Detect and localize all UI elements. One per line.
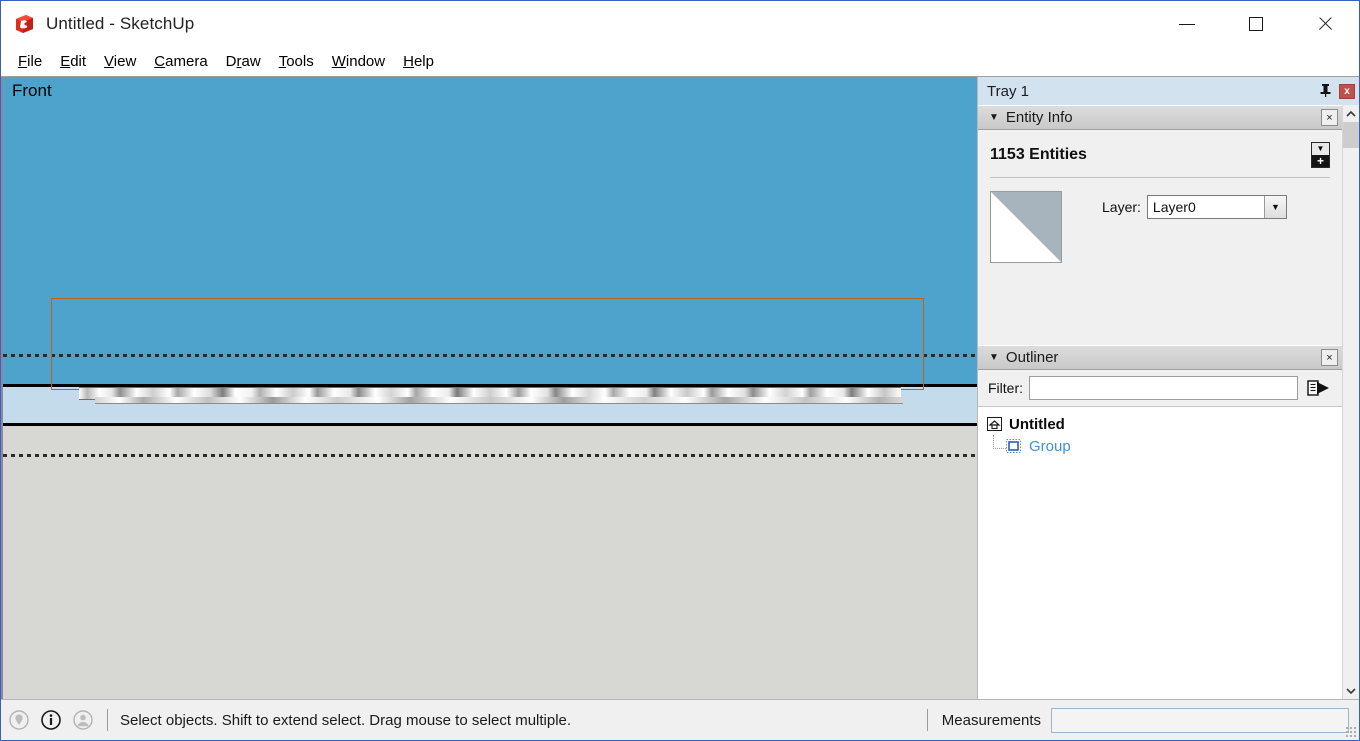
entity-info-title: Entity Info — [1005, 109, 1073, 126]
menu-file-rest: ile — [27, 52, 43, 70]
tray-scrollbar[interactable] — [1342, 105, 1359, 699]
status-bar: Select objects. Shift to extend select. … — [1, 699, 1359, 740]
outliner-filter-row: Filter: — [978, 370, 1342, 406]
layer-combobox[interactable]: Layer0 ▼ — [1146, 195, 1287, 219]
measurements-label: Measurements — [941, 711, 1041, 729]
minimize-icon — [1178, 23, 1195, 25]
status-divider — [107, 709, 108, 731]
expand-plus-icon: + — [1312, 155, 1329, 167]
tray-panel: Tray 1 x ▼ Entity Info × 1153 Entities ▼… — [977, 77, 1359, 699]
layer-value: Layer0 — [1152, 199, 1196, 215]
menu-help[interactable]: Help — [394, 51, 443, 73]
entity-info-content: Layer: Layer0 ▼ — [990, 178, 1330, 263]
entity-info-header[interactable]: ▼ Entity Info × — [978, 105, 1342, 130]
sketchup-logo-icon — [13, 13, 35, 35]
resize-grip[interactable] — [1345, 726, 1357, 738]
outliner-header[interactable]: ▼ Outliner × — [978, 345, 1342, 370]
chevron-down-icon[interactable]: ▼ — [989, 112, 999, 123]
menu-tools-rest: ools — [286, 52, 314, 70]
layer-field-row: Layer: Layer0 ▼ — [1102, 195, 1330, 219]
menu-edit-label: E — [60, 52, 71, 70]
group-icon — [1006, 439, 1021, 453]
filter-label: Filter: — [988, 380, 1023, 396]
menu-tools[interactable]: Tools — [270, 51, 323, 73]
layer-label: Layer: — [1102, 199, 1141, 215]
chevron-down-icon[interactable]: ▼ — [989, 352, 999, 363]
measurements-group: Measurements — [925, 707, 1349, 733]
chevron-down-icon[interactable]: ▼ — [1263, 196, 1286, 218]
menu-window-rest: indow — [345, 52, 386, 70]
window-title: Untitled - SketchUp — [46, 14, 195, 33]
menu-view-rest: iew — [113, 52, 137, 70]
entity-info-close-button[interactable]: × — [1321, 109, 1338, 126]
menu-camera-rest: amera — [165, 52, 208, 70]
scroll-up-arrow-icon[interactable] — [1343, 105, 1359, 122]
menu-view[interactable]: View — [95, 51, 145, 73]
menu-edit[interactable]: Edit — [51, 51, 95, 73]
filter-input[interactable] — [1029, 376, 1298, 400]
entity-info-body: 1153 Entities ▼ + Layer: Layer0 ▼ — [978, 130, 1342, 345]
account-icon[interactable] — [73, 710, 93, 730]
outliner-body: Filter: Untitled Group — [978, 370, 1342, 699]
tray-close-button[interactable]: x — [1339, 83, 1355, 99]
sketchup-window: Untitled - SketchUp File Edit View Camer… — [0, 0, 1360, 741]
home-icon — [987, 417, 1002, 431]
ground-background — [3, 426, 977, 699]
measurements-divider — [926, 709, 928, 731]
menu-file-label: F — [18, 52, 28, 70]
details-arrow-icon[interactable] — [1306, 377, 1334, 399]
tray-panel-stack: ▼ Entity Info × 1153 Entities ▼ + Layer:… — [978, 105, 1342, 699]
outliner-close-button[interactable]: × — [1321, 349, 1338, 366]
geo-location-icon[interactable] — [9, 710, 29, 730]
close-button[interactable] — [1290, 1, 1359, 47]
entity-count-row: 1153 Entities ▼ + — [990, 130, 1330, 168]
tray-header: Tray 1 x — [978, 77, 1359, 105]
minimize-button[interactable] — [1152, 1, 1221, 47]
menu-bar: File Edit View Camera Draw Tools Window … — [1, 47, 1359, 77]
menu-view-label: V — [104, 52, 114, 70]
menu-window-label: W — [331, 52, 346, 70]
entity-count-label: 1153 Entities — [990, 146, 1087, 163]
maximize-icon — [1248, 17, 1263, 31]
tray-title: Tray 1 — [987, 82, 1029, 100]
view-name-label: Front — [12, 81, 52, 100]
tray-body: ▼ Entity Info × 1153 Entities ▼ + Layer:… — [978, 105, 1359, 699]
scroll-thumb[interactable] — [1343, 122, 1359, 148]
menu-file[interactable]: File — [9, 51, 51, 73]
outliner-title: Outliner — [1005, 349, 1059, 366]
menu-camera-label: C — [154, 52, 166, 70]
entity-field-list: Layer: Layer0 ▼ — [1062, 191, 1330, 263]
menu-edit-rest: dit — [70, 52, 87, 70]
info-icon[interactable] — [41, 710, 61, 730]
window-controls — [1152, 1, 1359, 47]
status-hint-text: Select objects. Shift to extend select. … — [120, 711, 572, 729]
menu-window[interactable]: Window — [323, 51, 394, 73]
menu-draw-rest: aw — [241, 52, 261, 70]
measurements-input[interactable] — [1051, 707, 1349, 733]
menu-camera[interactable]: Camera — [145, 51, 216, 73]
main-area: Front Tray 1 x ▼ Entity Info × 1153 Enti… — [1, 77, 1359, 699]
pushpin-icon[interactable] — [1320, 83, 1331, 99]
tree-label-group: Group — [1029, 437, 1071, 455]
scroll-track[interactable] — [1343, 148, 1359, 682]
tree-label-untitled: Untitled — [1009, 415, 1065, 433]
tree-row-group[interactable]: Group — [978, 435, 1342, 457]
close-icon — [1317, 16, 1333, 32]
selection-bounding-box — [51, 298, 924, 390]
entity-thumbnail — [990, 191, 1062, 263]
scroll-down-arrow-icon[interactable] — [1343, 682, 1359, 699]
entity-expand-button[interactable]: ▼ + — [1311, 142, 1330, 168]
tree-connector — [993, 435, 1006, 449]
model-viewport[interactable]: Front — [1, 77, 977, 699]
tree-row-untitled[interactable]: Untitled — [978, 413, 1342, 449]
model-geometry-strip-lower — [95, 397, 903, 404]
menu-draw-pre: D — [225, 52, 237, 70]
menu-help-rest: elp — [413, 52, 434, 70]
menu-draw[interactable]: Draw — [217, 51, 270, 73]
outliner-tree[interactable]: Untitled Group — [978, 406, 1342, 699]
title-bar: Untitled - SketchUp — [1, 1, 1359, 47]
maximize-button[interactable] — [1221, 1, 1290, 47]
red-axis-line — [3, 454, 977, 457]
menu-help-label: H — [403, 52, 414, 70]
